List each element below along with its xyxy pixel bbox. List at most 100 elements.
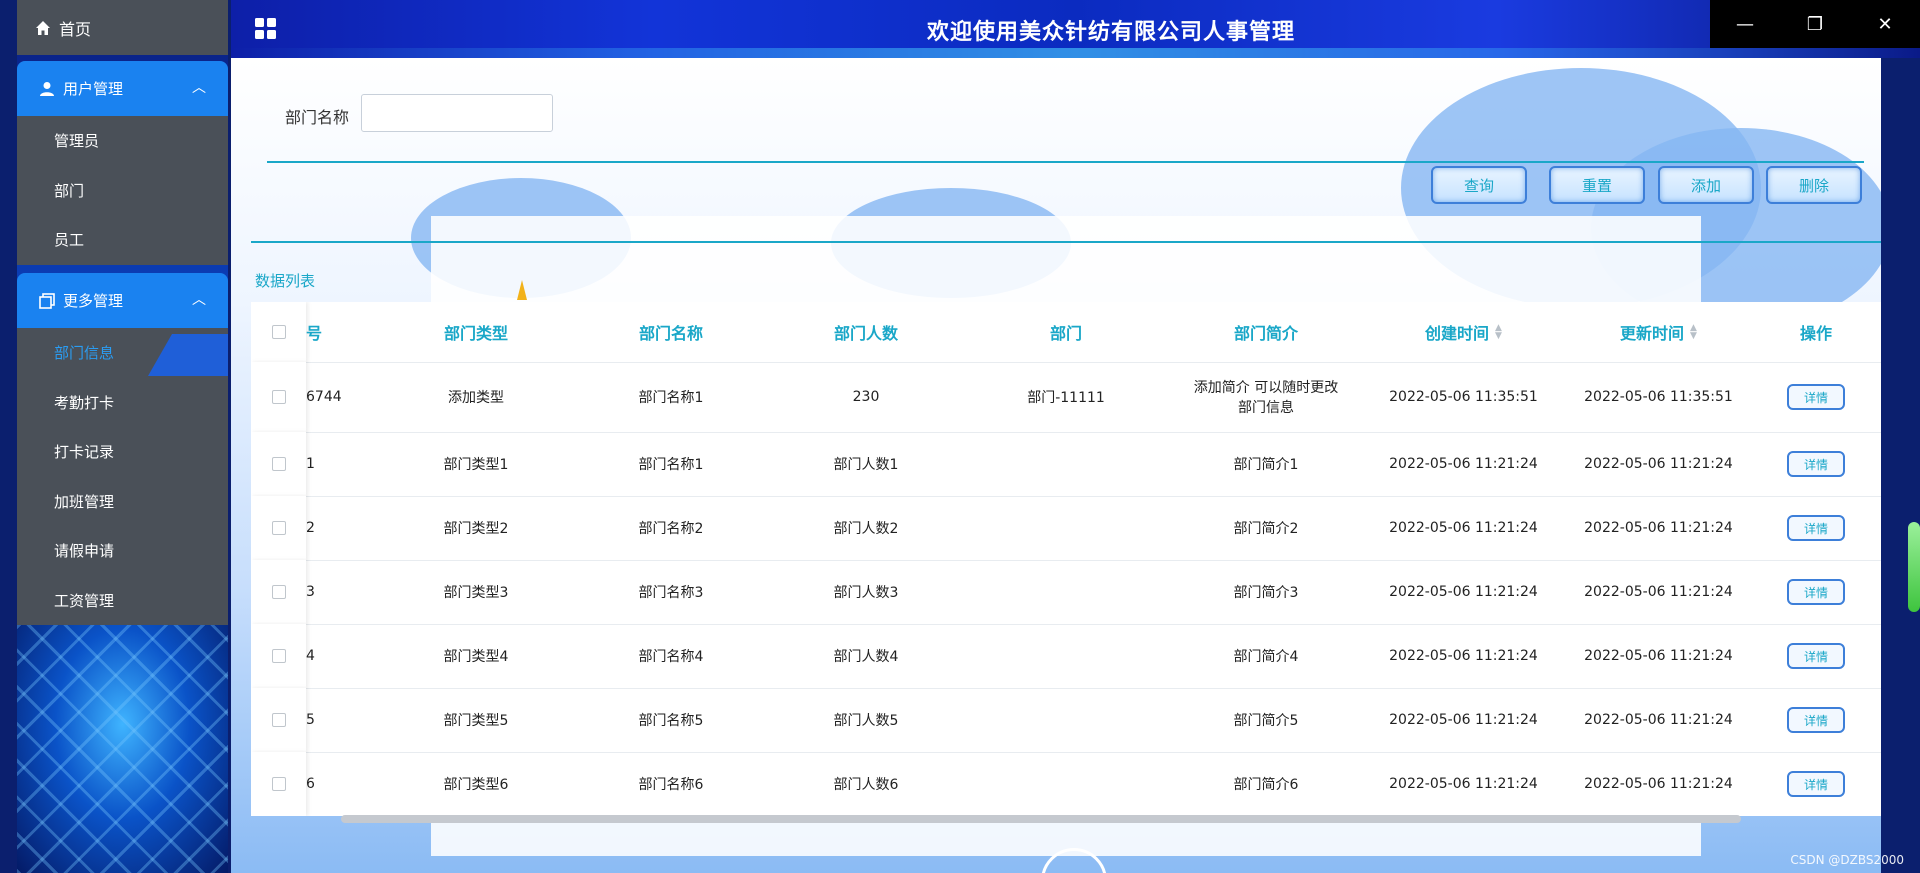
- table-cell: [966, 432, 1166, 496]
- table-cell: 230: [852, 389, 880, 405]
- column-header: 部门: [1049, 324, 1082, 343]
- delete-button[interactable]: 删除: [1766, 166, 1862, 204]
- main-content: 部门名称 查询 重置 添加 删除 数据列表 号 部门类型 部门名称 部门人数 部…: [231, 58, 1881, 873]
- nav-item-attendance[interactable]: 考勤打卡: [17, 378, 228, 428]
- nav-group-label: 更多管理: [63, 292, 124, 310]
- home-icon: [36, 20, 50, 35]
- table-cell: 2022-05-06 11:21:24: [1584, 520, 1733, 536]
- table-cell: 部门名称3: [638, 585, 704, 601]
- restore-icon[interactable]: ❐: [1795, 14, 1835, 35]
- row-select-cell: [251, 624, 306, 688]
- table-cell: 部门名称5: [638, 713, 704, 729]
- table-cell: 部门类型2: [443, 521, 509, 537]
- table-cell-actions: 详情: [1761, 432, 1871, 496]
- nav-group-user-management[interactable]: 用户管理 ︿: [17, 61, 228, 116]
- table-cell: 2022-05-06 11:21:24: [1584, 584, 1733, 600]
- table-cell: 部门简介6: [1233, 777, 1299, 793]
- table-cell: 部门类型3: [443, 585, 509, 601]
- nav-item-salary[interactable]: 工资管理: [17, 576, 228, 626]
- table-cell: 2022-05-06 11:21:24: [1389, 776, 1538, 792]
- sort-icon[interactable]: ▲ ▼: [1495, 324, 1502, 341]
- table-cell: 部门简介1: [1233, 457, 1299, 473]
- table-cell: 部门简介4: [1233, 649, 1299, 665]
- nav-item-employee[interactable]: 员工: [17, 215, 228, 265]
- table-cell: 3: [306, 584, 315, 600]
- nav-group-more-items: 部门信息 考勤打卡 打卡记录 加班管理 请假申请 工资管理: [17, 328, 228, 625]
- grid-icon[interactable]: [255, 18, 277, 40]
- minimize-icon[interactable]: —: [1725, 14, 1765, 35]
- table-row: 2 部门类型2 部门名称2 部门人数2 部门简介2 2022-05-06 11:21:24…: [251, 496, 1881, 561]
- table-cell: 2022-05-06 11:21:24: [1389, 712, 1538, 728]
- row-select-cell: [251, 496, 306, 560]
- watermark: CSDN @DZBS2000: [1790, 853, 1904, 867]
- sort-icon[interactable]: ▲ ▼: [1690, 324, 1697, 341]
- table-cell: 部门名称6: [638, 777, 704, 793]
- table-cell: 部门人数1: [833, 457, 899, 473]
- nav-item-department-info[interactable]: 部门信息: [17, 328, 228, 378]
- detail-button[interactable]: 详情: [1787, 707, 1845, 733]
- row-checkbox[interactable]: [271, 649, 286, 663]
- table-cell: 4: [306, 648, 315, 664]
- table-cell: 部门简介5: [1233, 713, 1299, 729]
- reset-button[interactable]: 重置: [1549, 166, 1645, 204]
- row-checkbox[interactable]: [271, 585, 286, 599]
- table-cell: 部门-11111: [1027, 390, 1105, 406]
- table-cell: [966, 560, 1166, 624]
- table-cell: 部门人数3: [833, 585, 899, 601]
- table-cell: 5: [306, 712, 315, 728]
- table-cell: 添加简介 可以随时更改部门信息: [1193, 380, 1339, 416]
- detail-button[interactable]: 详情: [1787, 771, 1845, 797]
- chevron-up-icon: ︿: [192, 292, 206, 308]
- column-header-updated[interactable]: 更新时间 ▲ ▼: [1561, 302, 1756, 362]
- select-all-checkbox[interactable]: [271, 325, 286, 339]
- close-icon[interactable]: ✕: [1865, 14, 1905, 35]
- table-cell: 6: [306, 776, 315, 792]
- table-cell-actions: 详情: [1761, 560, 1871, 624]
- table-cell: 1: [306, 456, 315, 472]
- table-cell: 2022-05-06 11:21:24: [1584, 456, 1733, 472]
- nav-home[interactable]: 首页: [17, 0, 228, 55]
- table-cell: 2022-05-06 11:21:24: [1389, 648, 1538, 664]
- nav-item-department[interactable]: 部门: [17, 166, 228, 216]
- table-cell: 部门简介3: [1233, 585, 1299, 601]
- query-button[interactable]: 查询: [1431, 166, 1527, 204]
- department-name-input[interactable]: [361, 94, 553, 132]
- nav-item-admin[interactable]: 管理员: [17, 116, 228, 166]
- detail-button[interactable]: 详情: [1787, 579, 1845, 605]
- row-checkbox[interactable]: [271, 713, 286, 727]
- top-bar-glow: [231, 48, 1920, 58]
- table-cell: 部门简介2: [1233, 521, 1299, 537]
- divider: [251, 241, 1881, 243]
- vertical-scrollbar[interactable]: [1908, 522, 1920, 612]
- detail-button[interactable]: 详情: [1787, 451, 1845, 477]
- nav-item-overtime[interactable]: 加班管理: [17, 477, 228, 527]
- row-select-cell: [251, 432, 306, 496]
- column-header-created[interactable]: 创建时间 ▲ ▼: [1366, 302, 1561, 362]
- column-header: 部门人数: [833, 324, 898, 343]
- row-checkbox[interactable]: [271, 390, 286, 404]
- table-row: 4 部门类型4 部门名称4 部门人数4 部门简介4 2022-05-06 11:21:24…: [251, 624, 1881, 689]
- row-checkbox[interactable]: [271, 521, 286, 535]
- table-cell: 部门人数6: [833, 777, 899, 793]
- detail-button[interactable]: 详情: [1787, 643, 1845, 669]
- nav-item-clock-records[interactable]: 打卡记录: [17, 427, 228, 477]
- table-cell: 部门类型5: [443, 713, 509, 729]
- copy-icon: [39, 292, 55, 309]
- table-cell: 部门人数4: [833, 649, 899, 665]
- table-row: 3 部门类型3 部门名称3 部门人数3 部门简介3 2022-05-06 11:21:24…: [251, 560, 1881, 625]
- table-cell: 部门名称1: [638, 390, 704, 406]
- nav-item-leave[interactable]: 请假申请: [17, 526, 228, 576]
- sidebar: 首页 用户管理 ︿ 管理员 部门 员工 更多管理 ︿ 部门信息 考勤打卡 打卡记…: [17, 0, 228, 873]
- column-header: 部门简介: [1233, 324, 1298, 343]
- sidebar-background-art: [17, 625, 228, 873]
- top-bar: 欢迎使用美众针纺有限公司人事管理 — ❐ ✕: [231, 0, 1920, 58]
- nav-group-more-management[interactable]: 更多管理 ︿: [17, 273, 228, 328]
- table-row: 6 部门类型6 部门名称6 部门人数6 部门简介6 2022-05-06 11:21:24…: [251, 752, 1881, 816]
- table-cell: 2022-05-06 11:35:51: [1389, 389, 1538, 405]
- horizontal-scrollbar[interactable]: [341, 815, 1741, 823]
- detail-button[interactable]: 详情: [1787, 384, 1845, 410]
- row-checkbox[interactable]: [271, 777, 286, 791]
- detail-button[interactable]: 详情: [1787, 515, 1845, 541]
- row-checkbox[interactable]: [271, 457, 286, 471]
- add-button[interactable]: 添加: [1658, 166, 1754, 204]
